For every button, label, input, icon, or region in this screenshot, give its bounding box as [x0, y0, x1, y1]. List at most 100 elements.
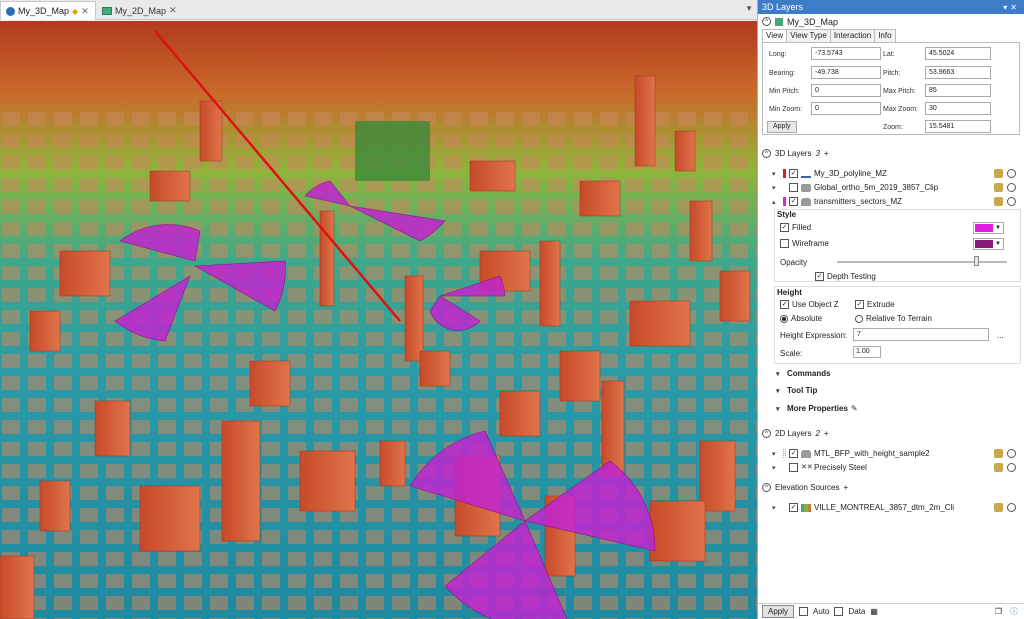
close-icon[interactable]: ✕ — [1010, 3, 1020, 12]
use-z-checkbox[interactable]: ✓ — [780, 300, 789, 309]
use-z-option[interactable]: ✓ Use Object Z — [780, 300, 839, 309]
add-icon[interactable]: + — [824, 149, 829, 158]
map-3d-view[interactable] — [0, 21, 757, 619]
layer-row[interactable]: ▴ ✓ transmitters_sectors_MZ — [772, 195, 1020, 208]
auto-checkbox[interactable] — [799, 607, 809, 616]
menu-icon[interactable] — [1007, 169, 1016, 178]
pin-icon[interactable]: ◆ — [72, 7, 78, 16]
max-zoom-input[interactable]: 30 — [925, 102, 991, 115]
lat-input[interactable]: 45.5024 — [925, 47, 991, 60]
depth-testing-checkbox[interactable]: ✓ — [815, 272, 824, 281]
chevron-down-icon[interactable]: ▾ — [772, 464, 780, 472]
visibility-checkbox[interactable] — [789, 183, 798, 192]
chevron-down-icon[interactable]: ▾ — [776, 370, 784, 378]
chevron-down-icon[interactable]: ▼ — [745, 4, 753, 13]
menu-icon[interactable] — [1007, 197, 1016, 206]
chevron-down-icon[interactable]: ▾ — [772, 504, 780, 512]
scale-stepper[interactable]: 1.00 — [853, 346, 881, 358]
tab-info[interactable]: Info — [874, 29, 896, 42]
layer-settings-icon[interactable] — [994, 197, 1003, 206]
collapse-icon[interactable]: ^ — [762, 483, 771, 492]
extrude-checkbox[interactable]: ✓ — [855, 300, 864, 309]
bearing-input[interactable]: -49.738 — [811, 66, 881, 79]
close-icon[interactable]: ✕ — [81, 6, 89, 17]
opacity-slider-thumb[interactable] — [974, 256, 980, 266]
layer-settings-icon[interactable] — [994, 183, 1003, 192]
chevron-down-icon[interactable]: ▾ — [772, 184, 780, 192]
collapse-icon[interactable]: ^ — [762, 17, 771, 26]
menu-icon[interactable] — [1007, 463, 1016, 472]
absolute-option[interactable]: Absolute — [780, 314, 822, 323]
chevron-up-icon[interactable]: ▴ — [772, 198, 780, 206]
vector-tile-icon: ✕✕ — [801, 463, 813, 471]
layer-settings-icon[interactable] — [994, 503, 1003, 512]
pencil-icon[interactable]: ✎ — [851, 404, 858, 413]
layer-row[interactable]: ▾ Global_ortho_5m_2019_3857_Clip — [772, 181, 1020, 194]
chevron-down-icon[interactable]: ▾ — [772, 170, 780, 178]
menu-icon[interactable] — [1007, 449, 1016, 458]
view-apply-button[interactable]: Apply — [767, 121, 797, 133]
max-pitch-input[interactable]: 85 — [925, 84, 991, 97]
visibility-checkbox[interactable]: ✓ — [789, 449, 798, 458]
apply-button[interactable]: Apply — [762, 605, 795, 618]
chevron-down-icon[interactable]: ▾ — [776, 387, 784, 395]
min-zoom-input[interactable]: 0 — [811, 102, 881, 115]
collapse-icon[interactable]: ^ — [762, 429, 771, 438]
add-icon[interactable]: + — [824, 429, 829, 438]
tab-view[interactable]: View — [762, 29, 788, 42]
chevron-down-icon[interactable]: ▾ — [776, 405, 784, 413]
min-pitch-input[interactable]: 0 — [811, 84, 881, 97]
map-name: My_3D_Map — [787, 16, 839, 27]
wireframe-checkbox[interactable] — [780, 239, 789, 248]
pitch-input[interactable]: 53.9663 — [925, 66, 991, 79]
layer-name: MTL_BFP_with_height_sample2 — [814, 449, 930, 458]
layer-name: My_3D_polyline_MZ — [814, 169, 887, 178]
menu-icon[interactable] — [1007, 183, 1016, 192]
visibility-checkbox[interactable] — [789, 463, 798, 472]
relative-radio[interactable] — [855, 314, 863, 323]
filled-checkbox[interactable]: ✓ — [780, 223, 789, 232]
elevation-row[interactable]: ▾ ✓ VILLE_MONTREAL_3857_dtm_2m_Cli — [772, 501, 1020, 514]
tab-view-type[interactable]: View Type — [786, 29, 831, 42]
tab-my-3d-map[interactable]: My_3D_Map ◆ ✕ — [0, 1, 96, 20]
table-icon[interactable]: ▦ — [870, 607, 878, 616]
layer-row[interactable]: ▾ ✕✕ Precisely Steel — [772, 461, 1020, 474]
tooltip-section[interactable]: ▾ Tool Tip — [776, 384, 1020, 397]
wireframe-label: Wireframe — [792, 239, 829, 248]
tab-interaction[interactable]: Interaction — [829, 29, 876, 42]
relative-option[interactable]: Relative To Terrain — [855, 314, 932, 323]
tab-my-2d-map[interactable]: My_2D_Map ✕ — [97, 1, 183, 20]
help-icon[interactable]: ⓘ — [1010, 606, 1018, 617]
filled-option[interactable]: ✓ Filled — [780, 223, 811, 232]
copy-icon[interactable]: ❐ — [995, 607, 1002, 616]
more-properties-section[interactable]: ▾ More Properties ✎ — [776, 402, 1020, 415]
height-expression-input[interactable]: 7 — [853, 328, 989, 341]
visibility-checkbox[interactable]: ✓ — [789, 197, 798, 206]
extrude-option[interactable]: ✓ Extrude — [855, 300, 895, 309]
layer-settings-icon[interactable] — [994, 449, 1003, 458]
map-canvas[interactable] — [0, 21, 757, 619]
expression-builder-button[interactable]: ... — [997, 331, 1004, 340]
menu-icon[interactable] — [1007, 503, 1016, 512]
zoom-input[interactable]: 15.5481 — [925, 120, 991, 133]
wire-color-picker[interactable]: ▼ — [973, 238, 1004, 250]
layer-settings-icon[interactable] — [994, 169, 1003, 178]
long-input[interactable]: -73.5743 — [811, 47, 881, 60]
opacity-slider[interactable] — [837, 261, 1007, 263]
collapse-icon[interactable]: ^ — [762, 149, 771, 158]
visibility-checkbox[interactable]: ✓ — [789, 503, 798, 512]
layer-row[interactable]: ▾ ✓ My_3D_polyline_MZ — [772, 167, 1020, 180]
add-icon[interactable]: + — [843, 483, 848, 492]
wireframe-option[interactable]: Wireframe — [780, 239, 829, 248]
depth-testing-option[interactable]: ✓ Depth Testing — [815, 272, 876, 281]
layer-settings-icon[interactable] — [994, 463, 1003, 472]
chevron-down-icon[interactable]: ▾ — [772, 450, 780, 458]
layer-row[interactable]: ▾ ✓ MTL_BFP_with_height_sample2 — [772, 447, 1020, 460]
absolute-radio[interactable] — [780, 314, 788, 323]
visibility-checkbox[interactable]: ✓ — [789, 169, 798, 178]
bearing-label: Bearing: — [769, 70, 796, 77]
close-icon[interactable]: ✕ — [169, 5, 177, 16]
commands-section[interactable]: ▾ Commands — [776, 367, 1020, 380]
fill-color-picker[interactable]: ▼ — [973, 222, 1004, 234]
data-checkbox[interactable] — [834, 607, 844, 616]
